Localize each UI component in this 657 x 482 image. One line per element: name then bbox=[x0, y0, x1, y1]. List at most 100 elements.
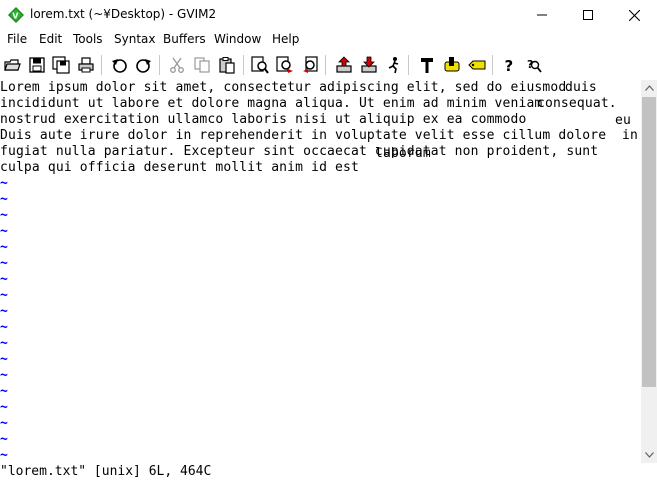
scrollbar-thumb[interactable] bbox=[642, 97, 656, 387]
minimize-button[interactable] bbox=[519, 0, 565, 30]
minimize-icon bbox=[537, 14, 547, 16]
toolbar: ? ? bbox=[0, 50, 657, 80]
empty-line-tilde: ~ bbox=[0, 176, 8, 191]
menu-syntax[interactable]: Syntax bbox=[114, 32, 155, 46]
undo-button[interactable] bbox=[108, 54, 130, 76]
empty-line-tilde: ~ bbox=[0, 352, 8, 367]
help-button[interactable]: ? bbox=[498, 54, 520, 76]
chevron-up-icon bbox=[644, 85, 654, 91]
overlay-text: laborum bbox=[375, 146, 431, 161]
status-message: "lorem.txt" [unix] 6L, 464C bbox=[0, 464, 212, 479]
text-line[interactable]: nostrud exercitation ullamco laboris nis… bbox=[0, 112, 526, 128]
svg-text:V: V bbox=[12, 12, 19, 21]
empty-line-tilde: ~ bbox=[0, 224, 8, 239]
paste-button[interactable] bbox=[216, 54, 238, 76]
find-help-button[interactable]: ? bbox=[523, 54, 545, 76]
text-line[interactable]: Duis aute irure dolor in reprehenderit i… bbox=[0, 128, 606, 144]
redo-button[interactable] bbox=[133, 54, 155, 76]
gvim-icon: V bbox=[8, 7, 24, 23]
toolbar-separator bbox=[101, 55, 102, 75]
redo-icon bbox=[136, 59, 151, 73]
title-bar: V lorem.txt (~¥Desktop) - GVIM2 bbox=[0, 0, 657, 30]
jump-to-tag-icon bbox=[468, 60, 486, 70]
toolbar-separator bbox=[408, 55, 409, 75]
empty-line-tilde: ~ bbox=[0, 208, 8, 223]
overlay-text: duis bbox=[565, 80, 597, 95]
toolbar-separator bbox=[243, 55, 244, 75]
empty-line-tilde: ~ bbox=[0, 272, 8, 287]
scroll-up-button[interactable] bbox=[641, 80, 657, 96]
svg-text:?: ? bbox=[505, 57, 514, 74]
print-button[interactable] bbox=[75, 54, 97, 76]
empty-line-tilde: ~ bbox=[0, 432, 8, 447]
svg-text:?: ? bbox=[527, 58, 533, 71]
make-button[interactable] bbox=[416, 54, 438, 76]
paste-icon bbox=[219, 57, 235, 74]
print-icon bbox=[78, 57, 94, 73]
toolbar-separator bbox=[325, 55, 326, 75]
text-line[interactable]: incididunt ut labore et dolore magna ali… bbox=[0, 96, 542, 112]
text-line[interactable]: Lorem ipsum dolor sit amet, consectetur … bbox=[0, 80, 566, 96]
save-button[interactable] bbox=[26, 54, 48, 76]
empty-line-tilde: ~ bbox=[0, 256, 8, 271]
empty-line-tilde: ~ bbox=[0, 320, 8, 335]
window-title: lorem.txt (~¥Desktop) - GVIM2 bbox=[30, 7, 217, 21]
overlay-text: eu bbox=[615, 113, 631, 128]
overlay-text: in bbox=[622, 128, 638, 143]
toolbar-separator bbox=[492, 55, 493, 75]
empty-line-tilde: ~ bbox=[0, 368, 8, 383]
make-icon bbox=[421, 58, 433, 73]
toolbar-separator bbox=[159, 55, 160, 75]
open-button[interactable] bbox=[1, 54, 23, 76]
run-script-icon bbox=[388, 57, 399, 74]
close-icon bbox=[628, 9, 640, 21]
scroll-down-button[interactable] bbox=[641, 447, 657, 463]
menu-tools[interactable]: Tools bbox=[73, 32, 103, 46]
command-line[interactable]: "lorem.txt" [unix] 6L, 464C bbox=[0, 463, 657, 482]
empty-line-tilde: ~ bbox=[0, 416, 8, 431]
maximize-button[interactable] bbox=[565, 0, 611, 30]
empty-line-tilde: ~ bbox=[0, 288, 8, 303]
empty-line-tilde: ~ bbox=[0, 400, 8, 415]
run-script-button[interactable] bbox=[383, 54, 405, 76]
save-icon bbox=[29, 57, 45, 73]
build-tags-icon bbox=[444, 57, 460, 72]
cut-button[interactable] bbox=[166, 54, 188, 76]
text-line[interactable]: fugiat nulla pariatur. Excepteur sint oc… bbox=[0, 144, 598, 160]
save-session-icon bbox=[361, 56, 377, 73]
undo-icon bbox=[112, 59, 127, 73]
overlay-text: consequat. bbox=[537, 96, 617, 111]
help-icon: ? bbox=[505, 57, 514, 74]
find-previous-button[interactable] bbox=[299, 54, 321, 76]
menu-edit[interactable]: Edit bbox=[39, 32, 62, 46]
save-all-icon bbox=[52, 56, 70, 74]
menu-bar: File Edit Tools Syntax Buffers Window He… bbox=[0, 30, 657, 50]
menu-file[interactable]: File bbox=[7, 32, 27, 46]
find-next-icon bbox=[276, 56, 293, 73]
close-button[interactable] bbox=[611, 0, 657, 30]
empty-line-tilde: ~ bbox=[0, 240, 8, 255]
text-line[interactable]: culpa qui officia deserunt mollit anim i… bbox=[0, 160, 359, 176]
find-next-button[interactable] bbox=[274, 54, 296, 76]
find-replace-button[interactable] bbox=[249, 54, 271, 76]
chevron-down-icon bbox=[644, 452, 654, 458]
find-previous-icon bbox=[303, 56, 318, 73]
save-all-button[interactable] bbox=[50, 54, 72, 76]
editor-text-area[interactable]: Lorem ipsum dolor sit amet, consectetur … bbox=[0, 80, 641, 463]
vertical-scrollbar[interactable] bbox=[641, 80, 657, 463]
open-icon bbox=[4, 59, 21, 71]
copy-button[interactable] bbox=[191, 54, 213, 76]
empty-line-tilde: ~ bbox=[0, 304, 8, 319]
menu-window[interactable]: Window bbox=[214, 32, 261, 46]
empty-line-tilde: ~ bbox=[0, 448, 8, 463]
maximize-icon bbox=[583, 10, 593, 20]
empty-line-tilde: ~ bbox=[0, 384, 8, 399]
jump-to-tag-button[interactable] bbox=[466, 54, 488, 76]
load-session-button[interactable] bbox=[333, 54, 355, 76]
menu-buffers[interactable]: Buffers bbox=[163, 32, 206, 46]
copy-icon bbox=[194, 57, 210, 73]
menu-help[interactable]: Help bbox=[272, 32, 299, 46]
save-session-button[interactable] bbox=[358, 54, 380, 76]
build-tags-button[interactable] bbox=[441, 54, 463, 76]
cut-icon bbox=[170, 57, 184, 73]
